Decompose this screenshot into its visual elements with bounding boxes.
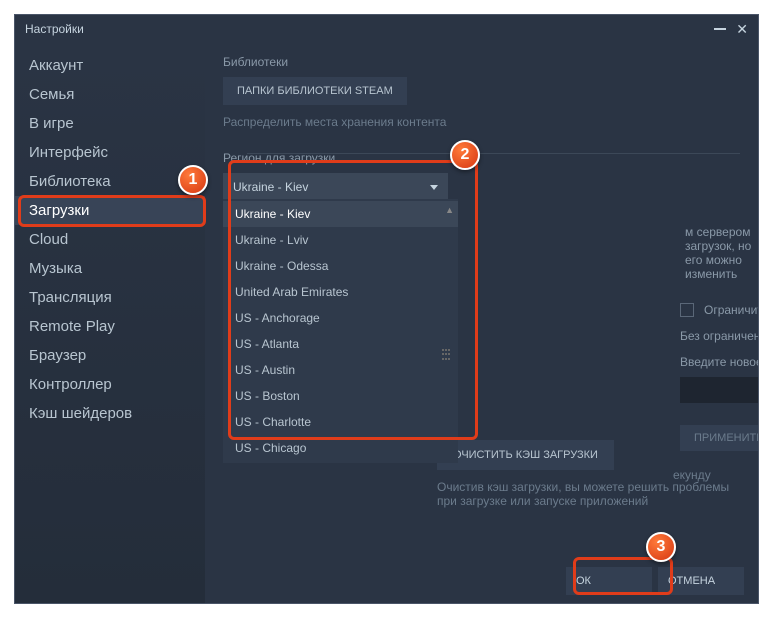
scroll-up-icon[interactable]: ▲ <box>445 205 454 215</box>
annotation-badge-3: 3 <box>646 532 676 562</box>
libraries-hint: Распределить места хранения контента <box>223 115 740 129</box>
region-option[interactable]: Ukraine - Kiev <box>223 201 458 227</box>
sidebar-item-interface[interactable]: Интерфейс <box>15 138 205 167</box>
settings-window: Настройки ✕ Аккаунт Семья В игре Интерфе… <box>14 14 759 604</box>
region-dropdown[interactable]: Ukraine - Kiev <box>223 173 448 201</box>
region-dropdown-list: ▲ Ukraine - Kiev Ukraine - Lviv Ukraine … <box>223 199 458 463</box>
region-option[interactable]: United Arab Emirates <box>223 279 458 305</box>
limit-checkbox[interactable] <box>680 303 694 317</box>
sidebar-item-cloud[interactable]: Cloud <box>15 225 205 254</box>
minimize-icon[interactable] <box>714 28 726 30</box>
no-limit-label: Без ограничения <box>680 329 758 343</box>
clear-cache-hint: Очистив кэш загрузки, вы можете решить п… <box>437 480 740 508</box>
content-pane: Библиотеки ПАПКИ БИБЛИОТЕКИ STEAM Распре… <box>205 43 758 603</box>
annotation-badge-2: 2 <box>450 140 480 170</box>
sidebar-item-downloads[interactable]: Загрузки <box>15 196 205 225</box>
sidebar-item-library[interactable]: Библиотека <box>15 167 205 196</box>
clear-cache-button[interactable]: ОЧИСТИТЬ КЭШ ЗАГРУЗКИ <box>437 440 614 470</box>
sidebar-item-remoteplay[interactable]: Remote Play <box>15 312 205 341</box>
region-option[interactable]: US - Anchorage <box>223 305 458 331</box>
sidebar-item-account[interactable]: Аккаунт <box>15 51 205 80</box>
region-selected: Ukraine - Kiev <box>233 180 308 194</box>
limit-label: Ограничить скорость загрузки до: <box>704 303 758 317</box>
region-option[interactable]: US - Charlotte <box>223 409 458 435</box>
sidebar-item-shadercache[interactable]: Кэш шейдеров <box>15 399 205 428</box>
footer: ОК ОТМЕНА <box>566 567 744 595</box>
sidebar-item-broadcast[interactable]: Трансляция <box>15 283 205 312</box>
chevron-down-icon <box>430 185 438 190</box>
speed-input[interactable] <box>680 377 758 403</box>
region-option[interactable]: US - Chicago <box>223 435 458 461</box>
titlebar: Настройки ✕ <box>15 15 758 43</box>
close-icon[interactable]: ✕ <box>736 21 748 38</box>
resize-grip-icon[interactable] <box>442 349 454 361</box>
region-option[interactable]: US - Boston <box>223 383 458 409</box>
region-option[interactable]: US - Austin <box>223 357 458 383</box>
libraries-title: Библиотеки <box>223 55 740 69</box>
sidebar-item-browser[interactable]: Браузер <box>15 341 205 370</box>
sidebar-item-ingame[interactable]: В игре <box>15 109 205 138</box>
sidebar-item-controller[interactable]: Контроллер <box>15 370 205 399</box>
sidebar: Аккаунт Семья В игре Интерфейс Библиотек… <box>15 43 205 603</box>
cancel-button[interactable]: ОТМЕНА <box>658 567 744 595</box>
enter-new-label: Введите новое значение: <box>680 355 758 369</box>
annotation-badge-1: 1 <box>178 165 208 195</box>
region-option[interactable]: Ukraine - Lviv <box>223 227 458 253</box>
ok-button[interactable]: ОК <box>566 567 652 595</box>
region-option[interactable]: US - Atlanta <box>223 331 458 357</box>
window-title: Настройки <box>25 22 84 36</box>
server-note: м сервером загрузок, но его можно измени… <box>685 225 758 281</box>
region-option[interactable]: Ukraine - Odessa <box>223 253 458 279</box>
separator <box>247 153 740 154</box>
steam-library-folders-button[interactable]: ПАПКИ БИБЛИОТЕКИ STEAM <box>223 77 407 105</box>
sidebar-item-music[interactable]: Музыка <box>15 254 205 283</box>
sidebar-item-family[interactable]: Семья <box>15 80 205 109</box>
